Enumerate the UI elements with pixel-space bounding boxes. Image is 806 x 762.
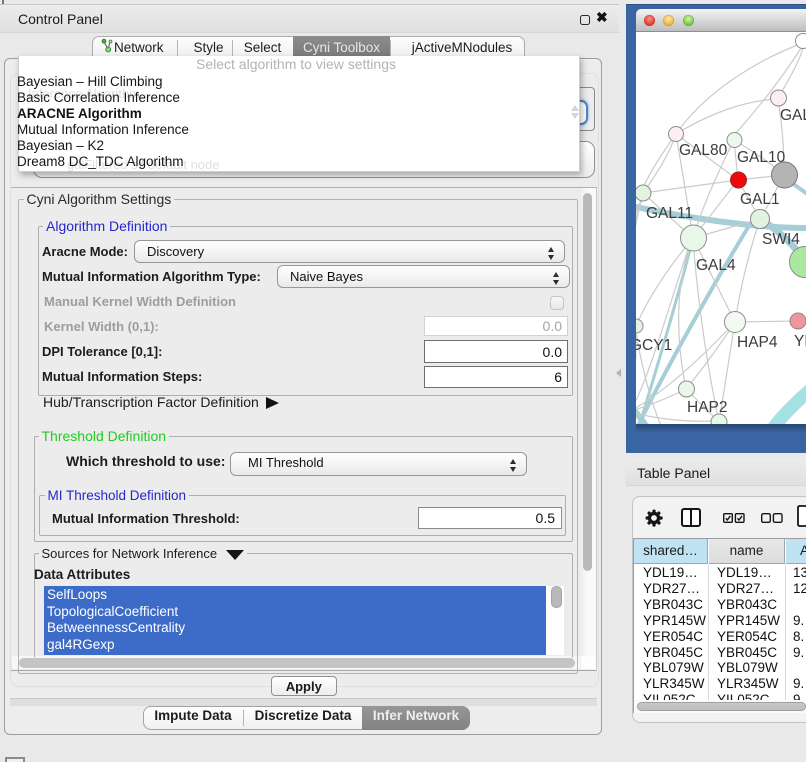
svg-text:YP: YP: [794, 333, 806, 350]
svg-text:SWI4: SWI4: [762, 231, 800, 248]
svg-text:GAL4: GAL4: [696, 257, 736, 274]
svg-text:GAL80: GAL80: [679, 142, 728, 159]
svg-text:GAL1: GAL1: [740, 191, 780, 208]
svg-text:GAL2: GAL2: [780, 107, 806, 124]
svg-text:HAP4: HAP4: [737, 334, 778, 351]
svg-text:GAL11: GAL11: [646, 205, 693, 222]
svg-text:GCY1: GCY1: [636, 337, 672, 354]
svg-text:HAP2: HAP2: [687, 399, 728, 416]
svg-text:GAL10: GAL10: [737, 149, 786, 166]
